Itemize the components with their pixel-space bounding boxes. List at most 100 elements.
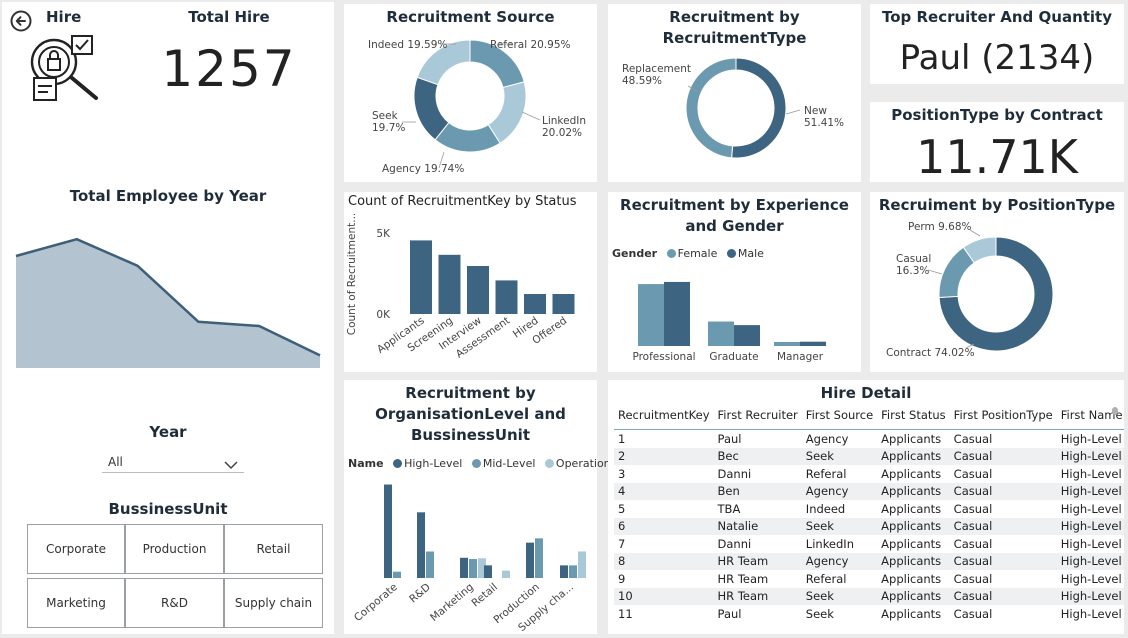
table-row[interactable]: 10 HR Team Seek Applicants Casual High-Level: [614, 587, 1124, 605]
table-cell: Agency: [801, 552, 878, 570]
bar-marketing-mid-level[interactable]: [469, 559, 477, 578]
table-cell: Natalie: [713, 517, 802, 535]
bar-marketing-high-level[interactable]: [460, 557, 468, 578]
legend-male-swatch: [726, 249, 736, 258]
bar-supplycha-high-level[interactable]: [560, 565, 568, 578]
column-header[interactable]: First PositionType: [949, 404, 1057, 430]
table-cell: Seek: [801, 587, 878, 605]
slice-replacement[interactable]: [685, 57, 737, 159]
table-cell: Bec: [713, 447, 802, 465]
recruitment-type-donut[interactable]: New51.41% Replacement48.59%: [608, 52, 861, 182]
table-cell: Casual: [949, 587, 1057, 605]
bar-production-mid-level[interactable]: [535, 538, 543, 578]
bar-supplycha-mid-level[interactable]: [569, 565, 577, 578]
bar-interview[interactable]: [467, 266, 489, 314]
total-hire-value: 1257: [161, 40, 297, 98]
table-header-row: RecruitmentKey First Recruiter First Sourc…: [614, 404, 1124, 430]
bu-production-button[interactable]: Production: [125, 524, 224, 574]
bar-hired[interactable]: [524, 294, 546, 314]
bar-graduate-male[interactable]: [734, 325, 760, 346]
legend-high-swatch: [393, 459, 403, 468]
bar-applicants[interactable]: [410, 240, 432, 314]
bu-marketing-button[interactable]: Marketing: [27, 578, 125, 628]
table-row[interactable]: 8 HR Team Agency Applicants Casual High-Level: [614, 552, 1124, 570]
status-bar-chart[interactable]: Count of Recruitment... 0K5KApplicantsScr…: [344, 214, 597, 370]
table-cell: High-Level: [1056, 517, 1124, 535]
bar-offered[interactable]: [552, 294, 575, 314]
table-cell: 2: [614, 447, 714, 465]
table-cell: Ben: [713, 482, 802, 500]
table-cell: Danni: [717, 536, 752, 551]
column-header[interactable]: First Recruiter: [713, 404, 802, 430]
table-row[interactable]: 4 Ben Agency Applicants Casual High-Level: [614, 482, 1124, 500]
recruitment-type-title: Recruitment by RecruitmentType: [662, 8, 807, 47]
year-dropdown[interactable]: All: [102, 451, 244, 473]
legend-female-label: Female: [677, 247, 718, 260]
bu-rd-button[interactable]: R&D: [125, 578, 224, 628]
experience-gender-chart[interactable]: Professional Graduate Manager: [608, 262, 861, 372]
bar-manager-female[interactable]: [774, 341, 800, 346]
table-row[interactable]: 2 Bec Seek Applicants Casual High-Level: [614, 447, 1124, 465]
table-row[interactable]: 11 Paul Seek Applicants Casual High-Level: [614, 605, 1124, 623]
bar-professional-male[interactable]: [664, 281, 690, 346]
bar-professional-female[interactable]: [638, 284, 664, 346]
table-cell: 8: [614, 552, 714, 570]
bar-retail-high-level[interactable]: [484, 565, 492, 578]
status-title: Count of RecruitmentKey by Status: [348, 194, 577, 209]
column-header[interactable]: First Source: [801, 404, 878, 430]
bar-manager-male[interactable]: [800, 341, 826, 346]
table-cell: HR Team: [713, 587, 802, 605]
bu-corporate-button[interactable]: Corporate: [27, 524, 125, 574]
table-row[interactable]: 6 Natalie Seek Applicants Casual High-Level: [614, 517, 1124, 535]
slice-label: 19.7%: [372, 122, 405, 134]
table-cell: High-Level: [1060, 466, 1122, 481]
table-cell: High-Level: [1056, 552, 1124, 570]
table-row[interactable]: 3 Danni Referal Applicants Casual High-Level: [614, 465, 1124, 483]
y-axis-label: Count of Recruitment...: [346, 214, 358, 335]
bar-corporate-mid-level[interactable]: [393, 571, 401, 578]
table-cell: High-Level: [1060, 431, 1122, 446]
year-dropdown-value: All: [108, 455, 123, 469]
y-tick-label: 5K: [376, 228, 391, 240]
table-row[interactable]: 5 TBA Indeed Applicants Casual High-Level: [614, 500, 1124, 518]
bar-assessment[interactable]: [495, 280, 518, 314]
table-cell: High-Level: [1056, 482, 1124, 500]
table-cell: 7: [618, 536, 626, 551]
bar-screening[interactable]: [438, 254, 461, 314]
legend-female-swatch: [666, 249, 676, 258]
leader-line: [927, 269, 943, 275]
chevron-down-icon: [224, 455, 238, 474]
position-type-title: Recruiment by PositionType: [878, 196, 1116, 214]
table-cell: TBA: [717, 501, 741, 516]
table-cell: Casual: [953, 501, 993, 516]
bar-rd-mid-level[interactable]: [426, 551, 434, 578]
table-row[interactable]: 1 Paul Agency Applicants Casual High-Level: [614, 430, 1124, 448]
bu-retail-button[interactable]: Retail: [224, 524, 323, 574]
column-header[interactable]: RecruitmentKey: [614, 404, 714, 430]
table-cell: High-Level: [1060, 501, 1122, 516]
bu-supply-chain-button[interactable]: Supply chain: [224, 578, 323, 628]
recruitment-source-card: Recruitment Source Referal 20.95% LinkedI…: [344, 4, 597, 182]
bar-supplycha-operational[interactable]: [578, 551, 586, 578]
recruitment-source-title: Recruitment Source: [386, 8, 555, 26]
org-level-card: Recruitment by OrganisationLevel and Bus…: [344, 380, 620, 634]
table-cell: Applicants: [881, 606, 942, 621]
position-type-donut[interactable]: Contract 74.02% Casual16.3% Perm 9.68%: [870, 220, 1124, 370]
bar-corporate-high-level[interactable]: [384, 484, 392, 578]
column-header[interactable]: First Status: [877, 404, 950, 430]
org-level-chart[interactable]: Corporate R&DMarketingRetailProductionSup…: [344, 474, 597, 632]
scrollbar-thumb[interactable]: [1112, 407, 1118, 415]
table-row[interactable]: 7 Danni LinkedIn Applicants Casual High-Level: [614, 535, 1124, 553]
slice-new[interactable]: [731, 57, 787, 159]
hire-panel: Hire Total Hire 1257 Total Employee by Y…: [2, 2, 334, 634]
bar-graduate-female[interactable]: [708, 321, 734, 346]
leader-line: [969, 229, 981, 237]
experience-gender-card: Recruitment by Experience and Gender Gen…: [608, 192, 861, 372]
slice-label: 20.02%: [542, 127, 582, 139]
bar-retail-operational[interactable]: [502, 570, 510, 578]
bar-production-high-level[interactable]: [526, 542, 534, 578]
bar-rd-high-level[interactable]: [417, 512, 425, 578]
table-row[interactable]: 9 HR Team Referal Applicants Casual High-Leve…: [614, 570, 1124, 588]
back-icon[interactable]: [10, 10, 32, 32]
recruitment-source-donut[interactable]: Referal 20.95% LinkedIn20.02% Agency 19.74…: [344, 30, 597, 180]
